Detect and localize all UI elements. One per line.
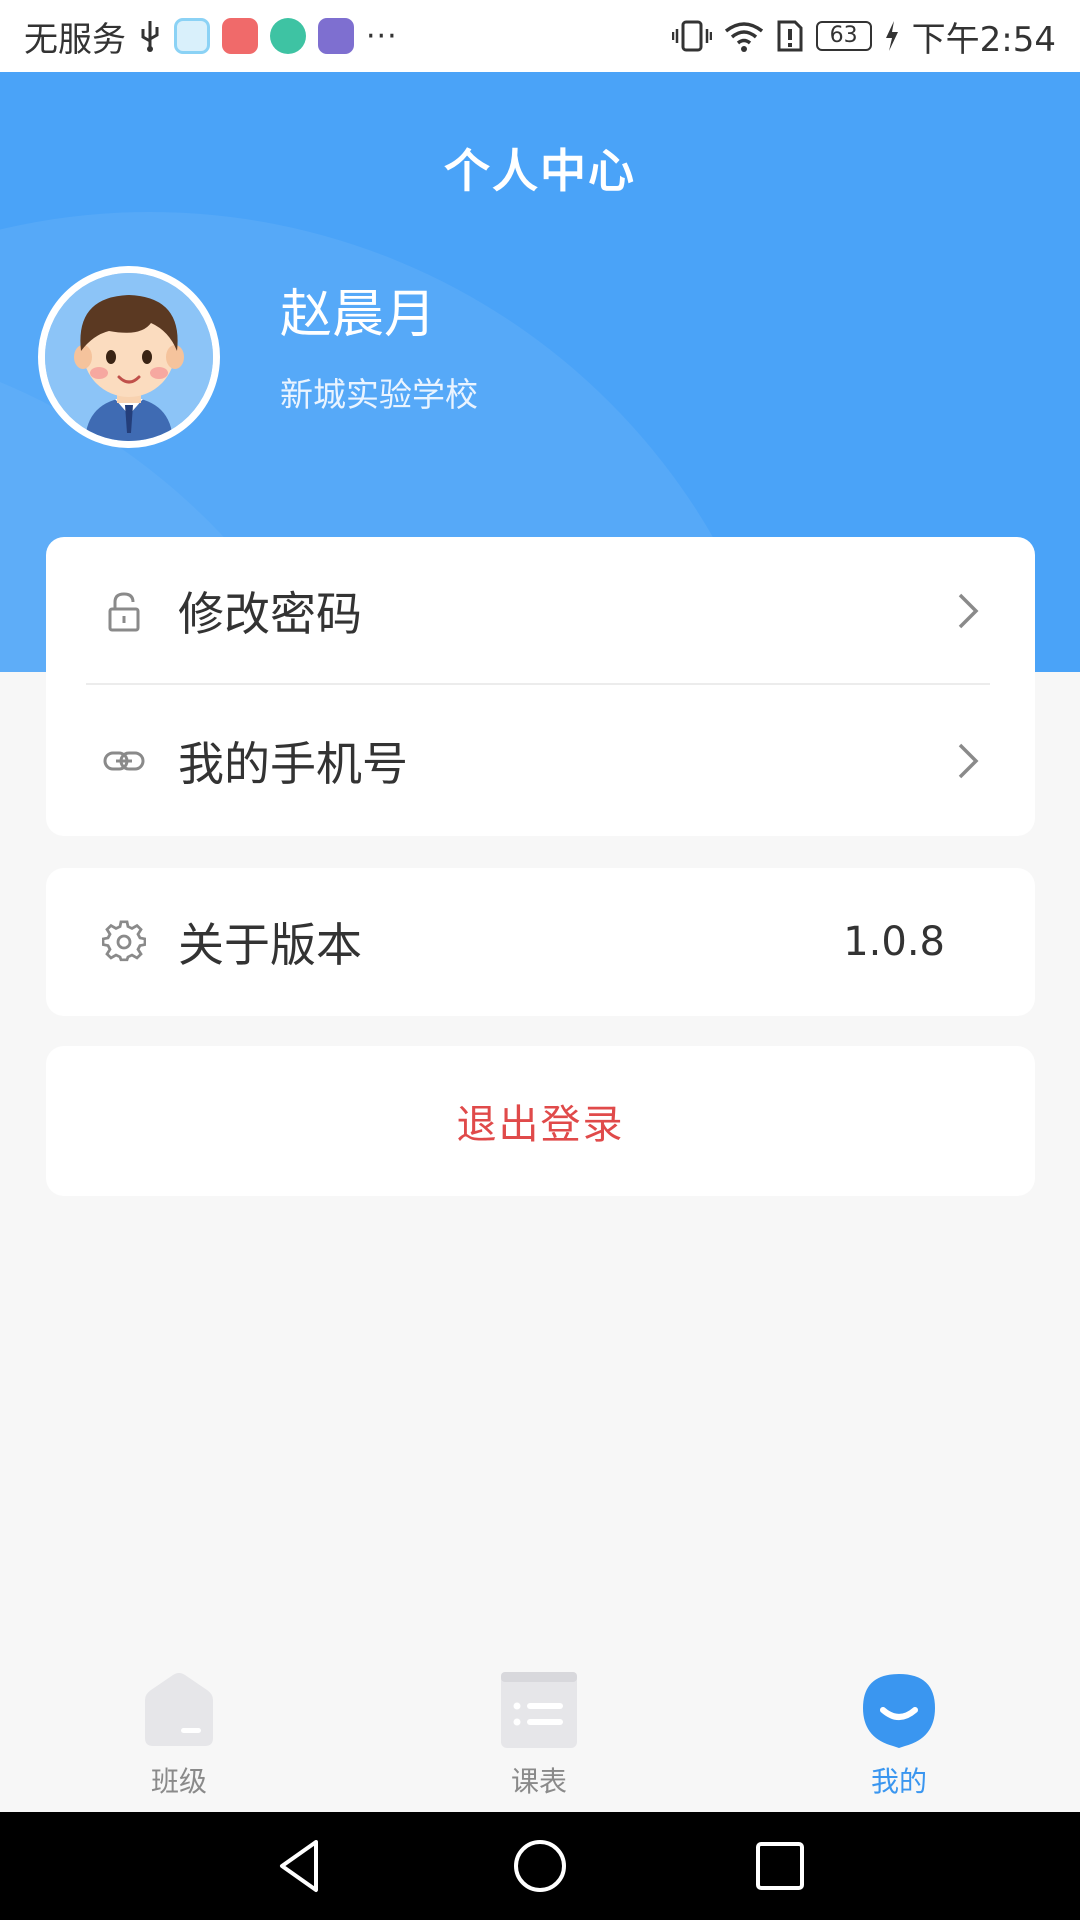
- chevron-right-icon: [958, 743, 979, 778]
- page-title: 个人中心: [444, 144, 636, 198]
- logout-label: 退出登录: [456, 1102, 625, 1148]
- charging-icon: [885, 21, 898, 51]
- boy-avatar-icon: [45, 273, 213, 441]
- back-icon[interactable]: [270, 1836, 330, 1896]
- link-icon: [103, 751, 145, 770]
- change-password-label: 修改密码: [178, 587, 362, 641]
- tab-schedule-label: 课表: [510, 1765, 567, 1798]
- tab-mine-label: 我的: [870, 1765, 927, 1798]
- app-notification-icon-1: [174, 18, 210, 54]
- huawei-store-icon: [222, 18, 258, 54]
- carrier-text: 无服务: [24, 19, 126, 60]
- about-version-row[interactable]: 关于版本 1.0.8: [46, 868, 1035, 1016]
- app-notification-icon-3: [270, 18, 306, 54]
- status-bar-left: 无服务 ···: [24, 0, 398, 72]
- home-circle-icon[interactable]: [510, 1836, 570, 1896]
- tab-class-label: 班级: [150, 1765, 207, 1798]
- chevron-right-icon: [958, 593, 979, 629]
- my-phone-label: 我的手机号: [178, 736, 408, 791]
- tab-class[interactable]: 班级: [79, 1652, 279, 1812]
- user-school: 新城实验学校: [280, 375, 478, 414]
- version-number: 1.0.8: [843, 919, 945, 965]
- vibrate-icon: [671, 20, 712, 52]
- usb-icon: [141, 21, 159, 52]
- schedule-icon: [501, 1672, 577, 1748]
- system-nav-bar: [0, 1812, 1080, 1920]
- bottom-tab-bar: 班级 课表 我的: [0, 1652, 1080, 1812]
- my-phone-row[interactable]: 我的手机号: [46, 685, 1035, 836]
- user-name: 赵晨月: [280, 285, 437, 345]
- tab-mine[interactable]: 我的: [799, 1652, 999, 1812]
- wifi-icon: [724, 22, 763, 52]
- lock-icon: [108, 592, 140, 632]
- tab-schedule[interactable]: 课表: [439, 1652, 639, 1812]
- recents-icon[interactable]: [750, 1836, 810, 1896]
- app-notification-icon-4: [318, 18, 354, 54]
- gear-icon: [102, 920, 146, 962]
- status-bar: 无服务 ··· 63 下午2:54: [0, 0, 1080, 72]
- smile-icon: [863, 1674, 935, 1748]
- no-sim-icon: [777, 20, 803, 52]
- battery-indicator: 63: [815, 21, 872, 51]
- more-notifications-icon: ···: [366, 18, 398, 54]
- home-icon: [145, 1673, 213, 1746]
- logout-button[interactable]: 退出登录: [46, 1046, 1035, 1196]
- avatar[interactable]: [38, 266, 220, 448]
- change-password-row[interactable]: 修改密码: [46, 537, 1035, 685]
- about-version-label: 关于版本: [178, 918, 362, 972]
- clock-text: 下午2:54: [911, 19, 1056, 60]
- status-bar-right: 63 下午2:54: [671, 0, 1056, 72]
